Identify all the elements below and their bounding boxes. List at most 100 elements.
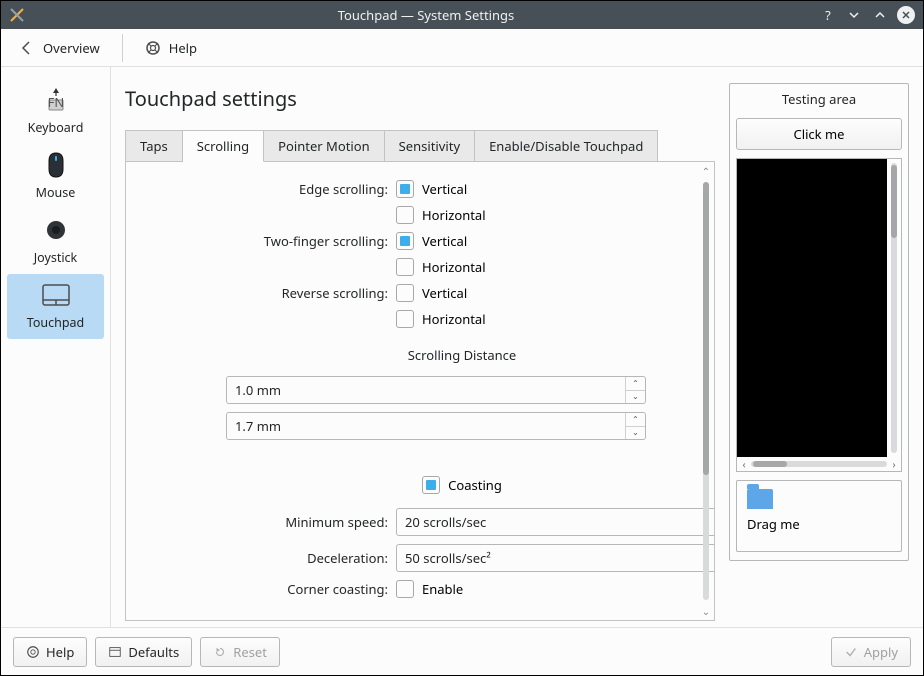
reset-icon — [213, 645, 227, 659]
twofinger-scrolling-label: Two-finger scrolling: — [138, 232, 388, 250]
spin-up-icon[interactable]: ⌃ — [626, 413, 645, 427]
tabpanel-scrolling: Edge scrolling: Vertical Horizontal Two-… — [125, 161, 715, 621]
sidebar-item-touchpad[interactable]: Touchpad — [7, 274, 104, 339]
button-label: Defaults — [128, 643, 179, 661]
overview-label: Overview — [43, 39, 100, 57]
checkbox-label: Horizontal — [422, 258, 486, 276]
spinbox-value[interactable]: 1.7 mm — [227, 413, 625, 439]
corner-coasting-checkbox[interactable] — [396, 580, 414, 598]
testing-canvas-frame: ‹ › — [736, 158, 902, 472]
close-icon[interactable] — [897, 6, 915, 24]
testing-vertical-scrollbar[interactable] — [887, 159, 901, 457]
help-lifebuoy-icon — [26, 645, 40, 659]
scroll-left-icon[interactable]: ‹ — [737, 457, 751, 471]
scroll-right-icon[interactable]: › — [887, 457, 901, 471]
sidebar: FN Keyboard Mouse Joystick Touchpad — [1, 67, 111, 627]
help-icon[interactable]: ? — [819, 6, 837, 24]
corner-coasting-label: Corner coasting: — [138, 580, 388, 598]
dist-horizontal-spinbox[interactable]: 1.7 mm ⌃⌄ — [226, 412, 646, 440]
tab-scrolling[interactable]: Scrolling — [183, 130, 264, 162]
spinbox-value[interactable]: 20 scrolls/sec — [397, 509, 714, 535]
scrollbar-thumb[interactable] — [703, 182, 709, 475]
footer-help-button[interactable]: Help — [13, 637, 87, 667]
decel-spinbox[interactable]: 50 scrolls/sec² ⌃⌄ — [396, 544, 714, 572]
spin-down-icon[interactable]: ⌄ — [626, 391, 645, 404]
scrollbar-track[interactable] — [703, 182, 709, 600]
checkbox-label: Vertical — [422, 284, 467, 302]
toolbar: Overview Help — [1, 29, 923, 67]
help-button[interactable]: Help — [139, 35, 203, 61]
testing-canvas[interactable] — [737, 159, 887, 457]
footer-apply-button[interactable]: Apply — [831, 637, 911, 667]
tab-sensitivity[interactable]: Sensitivity — [385, 130, 475, 162]
edge-vertical-checkbox[interactable] — [396, 180, 414, 198]
touchpad-icon — [41, 280, 71, 310]
footer-defaults-button[interactable]: Defaults — [95, 637, 192, 667]
spinbox-value[interactable]: 1.0 mm — [227, 377, 625, 403]
drag-me-label: Drag me — [747, 515, 891, 533]
overview-button[interactable]: Overview — [13, 35, 106, 61]
footer: Help Defaults Reset Apply — [1, 627, 923, 675]
scroll-down-icon[interactable]: ⌄ — [702, 602, 710, 620]
checkbox-label: Vertical — [422, 232, 467, 250]
coasting-checkbox[interactable] — [422, 476, 440, 494]
drag-me-box[interactable]: Drag me — [736, 480, 902, 552]
toolbar-separator — [122, 34, 123, 62]
testing-heading: Testing area — [730, 84, 908, 118]
decel-label: Deceleration: — [138, 549, 388, 567]
reverse-horizontal-checkbox[interactable] — [396, 310, 414, 328]
button-label: Reset — [233, 643, 267, 661]
settings-tool-icon — [9, 7, 25, 23]
edge-horizontal-checkbox[interactable] — [396, 206, 414, 224]
checkbox-label: Vertical — [422, 180, 467, 198]
checkbox-label: Enable — [422, 580, 463, 598]
keyboard-icon: FN — [41, 85, 71, 115]
reverse-scrolling-label: Reverse scrolling: — [138, 284, 388, 302]
sidebar-item-mouse[interactable]: Mouse — [7, 144, 104, 209]
sidebar-item-label: Mouse — [36, 184, 76, 201]
minspeed-label: Minimum speed: — [138, 513, 388, 531]
page-title: Touchpad settings — [125, 85, 715, 112]
minimize-icon[interactable] — [845, 6, 863, 24]
sidebar-item-label: Keyboard — [28, 119, 84, 136]
sidebar-item-keyboard[interactable]: FN Keyboard — [7, 79, 104, 144]
testing-area: Testing area Click me ‹ › — [729, 83, 909, 621]
folder-icon[interactable] — [747, 489, 773, 509]
window-title: Touchpad — System Settings — [33, 6, 819, 24]
testing-horizontal-scrollbar[interactable]: ‹ › — [737, 457, 901, 471]
tabbar: Taps Scrolling Pointer Motion Sensitivit… — [125, 130, 715, 162]
checkbox-label: Horizontal — [422, 310, 486, 328]
svg-text:FN: FN — [47, 93, 64, 111]
scrollbar-thumb[interactable] — [753, 461, 787, 467]
spin-down-icon[interactable]: ⌄ — [626, 427, 645, 440]
tab-taps[interactable]: Taps — [125, 130, 183, 162]
footer-reset-button[interactable]: Reset — [200, 637, 280, 667]
joystick-icon — [41, 215, 71, 245]
twofinger-vertical-checkbox[interactable] — [396, 232, 414, 250]
scrollbar-thumb[interactable] — [891, 165, 897, 238]
click-me-button[interactable]: Click me — [736, 118, 902, 150]
help-label: Help — [169, 39, 197, 57]
spin-up-icon[interactable]: ⌃ — [626, 377, 645, 391]
button-label: Apply — [864, 643, 898, 661]
sidebar-item-joystick[interactable]: Joystick — [7, 209, 104, 274]
edge-scrolling-label: Edge scrolling: — [138, 180, 388, 198]
maximize-icon[interactable] — [871, 6, 889, 24]
sidebar-item-label: Joystick — [34, 249, 78, 266]
defaults-icon — [108, 645, 122, 659]
dist-vertical-spinbox[interactable]: 1.0 mm ⌃⌄ — [226, 376, 646, 404]
coasting-label: Coasting — [448, 476, 502, 494]
reverse-vertical-checkbox[interactable] — [396, 284, 414, 302]
scrolling-distance-heading: Scrolling Distance — [138, 336, 714, 368]
panel-scrollbar[interactable]: ⌃ ⌄ — [698, 162, 714, 620]
titlebar: Touchpad — System Settings ? — [1, 1, 923, 29]
spinbox-value[interactable]: 50 scrolls/sec² — [397, 545, 714, 571]
minspeed-spinbox[interactable]: 20 scrolls/sec ⌃⌄ — [396, 508, 714, 536]
tab-enable-disable[interactable]: Enable/Disable Touchpad — [475, 130, 658, 162]
scroll-up-icon[interactable]: ⌃ — [702, 162, 710, 180]
button-label: Help — [46, 643, 74, 661]
mouse-icon — [41, 150, 71, 180]
sidebar-item-label: Touchpad — [27, 314, 84, 331]
tab-pointer-motion[interactable]: Pointer Motion — [264, 130, 385, 162]
twofinger-horizontal-checkbox[interactable] — [396, 258, 414, 276]
